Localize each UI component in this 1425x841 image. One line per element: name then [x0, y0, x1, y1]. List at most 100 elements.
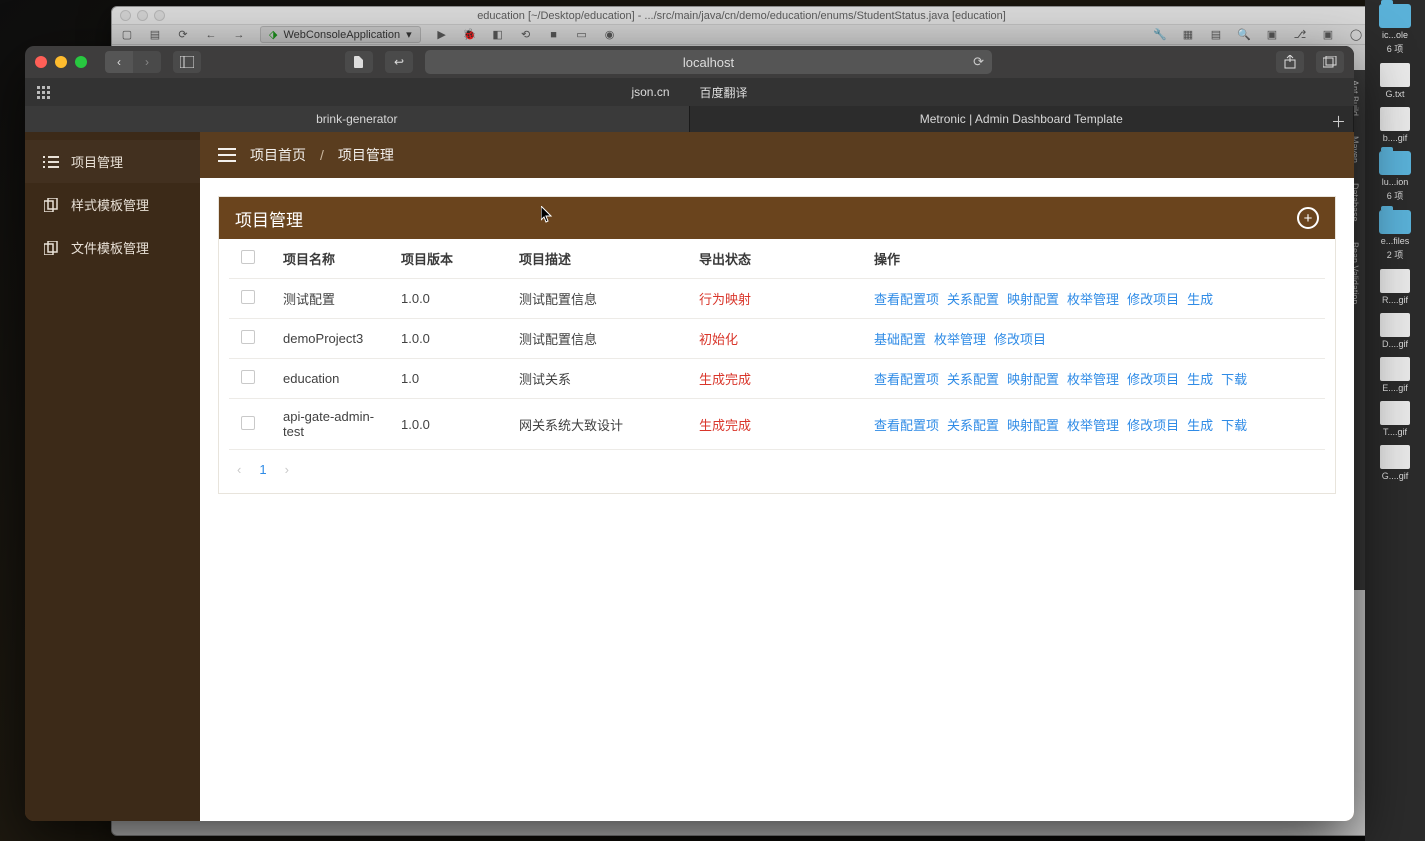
debug-icon[interactable]: 🐞 — [463, 28, 477, 42]
action-link[interactable]: 修改项目 — [1127, 372, 1179, 387]
sidebar-toggle-button[interactable] — [173, 51, 201, 73]
save-icon[interactable]: ▤ — [148, 28, 162, 42]
checkbox-all[interactable] — [241, 250, 255, 264]
coverage-icon[interactable]: ◧ — [491, 28, 505, 42]
search-icon[interactable]: 🔍 — [1237, 28, 1251, 42]
breadcrumb-home[interactable]: 项目首页 — [250, 145, 306, 165]
run-config-label: WebConsoleApplication — [283, 29, 400, 41]
new-tab-button[interactable]: ＋ — [1331, 111, 1346, 132]
action-link[interactable]: 查看配置项 — [874, 372, 939, 387]
stop-icon[interactable]: ■ — [547, 28, 561, 42]
pager-current[interactable]: 1 — [259, 462, 266, 477]
table-row: demoProject31.0.0测试配置信息初始化基础配置枚举管理修改项目 — [229, 319, 1325, 359]
desktop-item[interactable]: G....gif — [1371, 445, 1419, 481]
desktop-item[interactable]: D....gif — [1371, 313, 1419, 349]
action-link[interactable]: 枚举管理 — [1067, 418, 1119, 433]
cell-version: 1.0.0 — [389, 399, 507, 450]
git-icon[interactable]: ⎇ — [1293, 28, 1307, 42]
tabs-button[interactable] — [1316, 51, 1344, 73]
action-link[interactable]: 关系配置 — [947, 372, 999, 387]
minimize-window-button[interactable] — [55, 56, 67, 68]
attach-icon[interactable]: ⟲ — [519, 28, 533, 42]
action-link[interactable]: 枚举管理 — [1067, 292, 1119, 307]
action-link[interactable]: 下载 — [1221, 372, 1247, 387]
pager-next[interactable]: › — [285, 462, 289, 477]
address-bar[interactable]: localhost ⟳ — [425, 50, 992, 74]
sidebar-item-projects[interactable]: 项目管理 — [25, 140, 200, 183]
action-link[interactable]: 映射配置 — [1007, 292, 1059, 307]
action-link[interactable]: 枚举管理 — [1067, 372, 1119, 387]
open-icon[interactable]: ▢ — [120, 28, 134, 42]
action-link[interactable]: 映射配置 — [1007, 418, 1059, 433]
action-link[interactable]: 关系配置 — [947, 418, 999, 433]
wrench-icon[interactable]: 🔧 — [1153, 28, 1167, 42]
share-back-button[interactable]: ↩ — [385, 51, 413, 73]
table-row: education1.0测试关系生成完成查看配置项关系配置映射配置枚举管理修改项… — [229, 359, 1325, 399]
action-link[interactable]: 修改项目 — [1127, 418, 1179, 433]
copy-icon — [43, 199, 59, 211]
desktop-item[interactable]: e...files2 项 — [1371, 210, 1419, 261]
action-link[interactable]: 查看配置项 — [874, 292, 939, 307]
action-link[interactable]: 生成 — [1187, 292, 1213, 307]
action-link[interactable]: 映射配置 — [1007, 372, 1059, 387]
checkbox-row[interactable] — [241, 370, 255, 384]
ide-traffic-lights — [120, 10, 165, 21]
forward-button[interactable]: › — [133, 51, 161, 73]
cell-desc: 网关系统大致设计 — [507, 399, 687, 450]
action-link[interactable]: 基础配置 — [874, 332, 926, 347]
action-link[interactable]: 生成 — [1187, 418, 1213, 433]
desktop-item[interactable]: T....gif — [1371, 401, 1419, 437]
undo-icon[interactable]: ← — [204, 28, 218, 42]
evernote-button[interactable] — [345, 51, 373, 73]
build-icon[interactable]: ▭ — [575, 28, 589, 42]
action-link[interactable]: 修改项目 — [994, 332, 1046, 347]
close-window-button[interactable] — [35, 56, 47, 68]
menu-icon[interactable] — [218, 148, 236, 162]
th-version: 项目版本 — [389, 239, 507, 279]
desktop-item[interactable]: E....gif — [1371, 357, 1419, 393]
sidebar-item-file-template[interactable]: 文件模板管理 — [25, 226, 200, 269]
page: 项目管理 样式模板管理 文件模板管理 项目首页 / 项目管理 — [25, 132, 1354, 821]
browser-tab[interactable]: Metronic | Admin Dashboard Template — [690, 106, 1355, 132]
table-row: api-gate-admin-test1.0.0网关系统大致设计生成完成查看配置… — [229, 399, 1325, 450]
browser-tab-active[interactable]: brink-generator — [25, 106, 690, 132]
maximize-window-button[interactable] — [75, 56, 87, 68]
breadcrumb-current: 项目管理 — [338, 145, 394, 165]
action-link[interactable]: 枚举管理 — [934, 332, 986, 347]
desktop-item[interactable]: b....gif — [1371, 107, 1419, 143]
structure-icon[interactable]: ▤ — [1209, 28, 1223, 42]
reload-icon[interactable]: ⟳ — [973, 54, 984, 70]
checkbox-row[interactable] — [241, 290, 255, 304]
add-button[interactable]: + — [1297, 207, 1319, 229]
desktop-item[interactable]: G.txt — [1371, 63, 1419, 99]
favorite-link[interactable]: json.cn — [631, 85, 669, 99]
action-link[interactable]: 修改项目 — [1127, 292, 1179, 307]
redo-icon[interactable]: → — [232, 28, 246, 42]
pager-prev[interactable]: ‹ — [237, 462, 241, 477]
goto-icon[interactable]: ▣ — [1265, 28, 1279, 42]
action-link[interactable]: 查看配置项 — [874, 418, 939, 433]
back-button[interactable]: ‹ — [105, 51, 133, 73]
desktop-item[interactable]: R....gif — [1371, 269, 1419, 305]
settings-icon[interactable]: ▦ — [1181, 28, 1195, 42]
share-button[interactable] — [1276, 51, 1304, 73]
ide-titlebar: education [~/Desktop/education] - .../sr… — [112, 7, 1371, 25]
apps-icon[interactable] — [37, 86, 50, 99]
run-any-icon[interactable]: ▣ — [1321, 28, 1335, 42]
run-icon[interactable]: ▶ — [435, 28, 449, 42]
run-config-dropdown[interactable]: ⬗ WebConsoleApplication ▾ — [260, 26, 421, 43]
favorite-link[interactable]: 百度翻译 — [700, 84, 748, 101]
checkbox-row[interactable] — [241, 330, 255, 344]
action-link[interactable]: 下载 — [1221, 418, 1247, 433]
action-link[interactable]: 生成 — [1187, 372, 1213, 387]
checkbox-row[interactable] — [241, 416, 255, 430]
vcs-icon[interactable]: ◉ — [603, 28, 617, 42]
action-link[interactable]: 关系配置 — [947, 292, 999, 307]
desktop-item[interactable]: ic...ole6 项 — [1371, 4, 1419, 55]
sidebar-item-style-template[interactable]: 样式模板管理 — [25, 183, 200, 226]
desktop-item[interactable]: lu...ion6 项 — [1371, 151, 1419, 202]
refresh-icon[interactable]: ⟳ — [176, 28, 190, 42]
desktop-icon-strip: ic...ole6 项 G.txt b....gif lu...ion6 项 e… — [1365, 0, 1425, 841]
exit-icon[interactable]: ◯ — [1349, 28, 1363, 42]
sidebar-label: 样式模板管理 — [71, 195, 149, 214]
